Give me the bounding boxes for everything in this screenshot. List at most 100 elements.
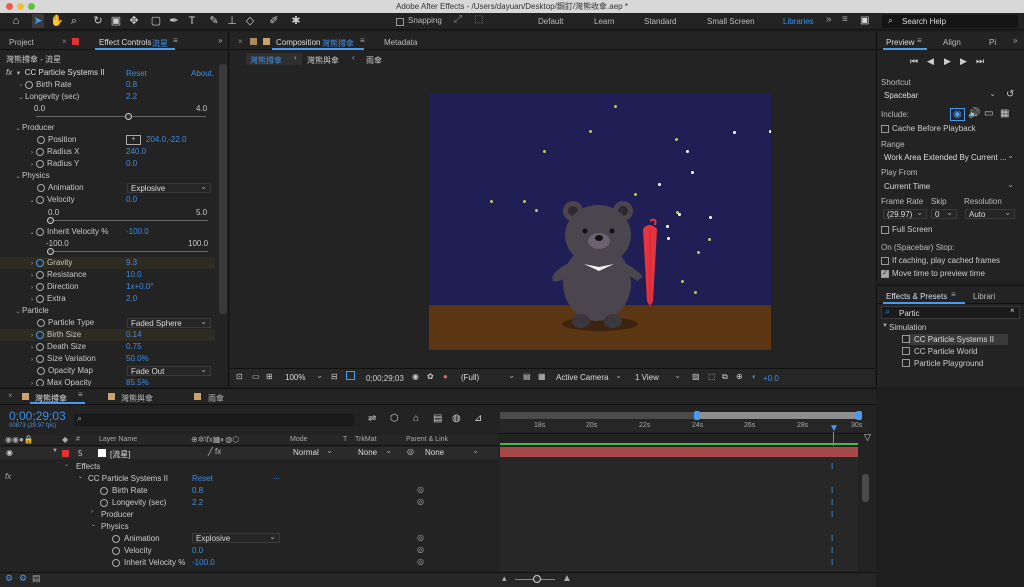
effect-name[interactable]: CC Particle Systems II	[88, 474, 168, 483]
tab-metadata[interactable]: Metadata	[384, 38, 417, 47]
physics-group[interactable]: Physics	[101, 522, 129, 531]
keyframe-marker[interactable]: I	[831, 510, 833, 519]
snapping-checkbox[interactable]	[396, 18, 404, 26]
stop-option-1[interactable]: If caching, play cached frames	[881, 256, 1000, 265]
animation-dropdown[interactable]: Explosive	[127, 182, 211, 193]
close-icon[interactable]: ×	[238, 37, 243, 46]
full-screen-checkbox[interactable]	[881, 225, 889, 234]
roto-brush-tool-icon[interactable]: ✐	[268, 14, 280, 28]
panel-overflow-icon[interactable]: »	[218, 36, 222, 45]
property-value[interactable]: 10.0	[126, 269, 142, 281]
trkmat-dropdown[interactable]: None	[355, 446, 395, 458]
tab-effects-presets[interactable]: Effects & Presets	[886, 292, 947, 301]
expand-arrow-icon[interactable]: ⌄	[28, 227, 36, 239]
panel-menu-icon[interactable]: ≡	[173, 36, 178, 45]
frame-rate-dropdown[interactable]: (29.97)	[883, 208, 927, 219]
include-layers-icon[interactable]: ▦	[1000, 108, 1009, 119]
workspace-standard[interactable]: Standard	[644, 15, 676, 29]
exposure-value[interactable]: +0.0	[763, 374, 779, 383]
fx-icon[interactable]: fx	[5, 472, 11, 481]
expression-icon[interactable]: ◎	[417, 497, 424, 506]
expression-icon[interactable]: ◎	[417, 557, 424, 566]
stopwatch-icon[interactable]	[37, 183, 45, 192]
tab-libraries[interactable]: Librari	[973, 292, 995, 301]
effect-reset[interactable]: Reset	[192, 474, 213, 483]
include-overlay-icon[interactable]: ▭	[984, 108, 993, 119]
expand-arrow-icon[interactable]: ⌄	[91, 521, 96, 528]
property-value[interactable]: 2.0	[126, 293, 137, 305]
timeline-timecode[interactable]: 0;00;29;03	[9, 409, 66, 423]
prev-frame-icon[interactable]: ◀	[927, 56, 934, 67]
expand-arrow-icon[interactable]: ›	[91, 509, 93, 515]
keyframe-marker[interactable]: I	[831, 546, 833, 555]
cache-before-playback[interactable]: Cache Before Playback	[881, 124, 976, 133]
effects-group[interactable]: Effects	[76, 462, 100, 471]
property-value[interactable]: 0.14	[126, 329, 142, 341]
panel-menu-icon[interactable]: ≡	[951, 290, 956, 299]
zoom-dropdown[interactable]: 100%	[282, 371, 326, 383]
grid-icon[interactable]: ⊞	[266, 372, 273, 381]
region-icon[interactable]: ▭	[252, 372, 260, 381]
keyframe-marker[interactable]: I	[831, 462, 833, 471]
inherit-slider-track[interactable]	[50, 251, 208, 252]
pick-whip-icon[interactable]: ◎	[407, 447, 414, 456]
particle-group[interactable]: ⌄Particle	[0, 305, 215, 317]
include-video-icon[interactable]: ◉	[950, 108, 965, 121]
fast-preview-icon[interactable]: ⧉	[722, 372, 728, 382]
selection-tool-icon[interactable]: ➤	[32, 14, 44, 28]
stopwatch-icon[interactable]	[36, 330, 44, 339]
resolution-dropdown[interactable]: Auto	[965, 208, 1015, 219]
hand-tool-icon[interactable]: ✋	[50, 14, 64, 28]
stopwatch-icon[interactable]	[36, 159, 44, 168]
stopwatch-icon[interactable]	[100, 487, 108, 495]
time-ruler[interactable]	[500, 420, 868, 434]
panel-overflow-icon[interactable]: »	[1013, 36, 1017, 45]
property-value[interactable]: 240.0	[126, 146, 146, 158]
zoom-out-icon[interactable]: ▴	[502, 573, 507, 584]
property-value[interactable]: 2.2	[126, 91, 137, 103]
home-icon[interactable]: ⌂	[10, 14, 22, 28]
cache-checkbox[interactable]	[881, 124, 889, 133]
timeline-search-box[interactable]	[74, 414, 354, 426]
effect-item[interactable]: CC Particle Systems II	[914, 335, 994, 344]
col-mode[interactable]: Mode	[290, 436, 308, 443]
play-from-dropdown[interactable]: Current Time	[881, 180, 1017, 192]
type-tool-icon[interactable]: T	[186, 14, 198, 28]
clear-search-icon[interactable]: ×	[1010, 306, 1015, 315]
category-simulation[interactable]: Simulation	[889, 323, 926, 332]
motion-blur-icon[interactable]: ◍	[452, 413, 461, 424]
work-area-end-handle[interactable]	[856, 411, 862, 420]
property-value[interactable]: 1x+0.0°	[126, 281, 153, 293]
comp-marker-icon[interactable]: ▽	[864, 432, 871, 443]
clone-stamp-tool-icon[interactable]: ⊥	[226, 14, 238, 28]
color-channel-icon[interactable]: ●	[443, 372, 448, 381]
hide-shy-icon[interactable]: ⌂	[413, 413, 419, 424]
puppet-tool-icon[interactable]: ✱	[290, 14, 302, 28]
toggle-pixel-icon[interactable]: ▨	[692, 372, 700, 381]
stopwatch-icon[interactable]	[37, 366, 45, 375]
timeline-tab[interactable]: 灣熊與傘	[121, 393, 153, 404]
eye-icon[interactable]: ◉	[6, 448, 13, 457]
breadcrumb-item[interactable]: 灣熊與傘	[307, 55, 339, 66]
flowchart-icon[interactable]: ⊕	[736, 372, 743, 381]
exposure-icon[interactable]: ◐	[752, 372, 757, 381]
include-audio-icon[interactable]: 🔊	[968, 108, 980, 119]
effect-reset[interactable]: Reset	[126, 69, 147, 78]
last-frame-icon[interactable]: ⏭	[976, 56, 984, 67]
draft-3d-icon[interactable]: ⬡	[390, 413, 399, 424]
crosshair-icon[interactable]: +	[126, 135, 141, 145]
expand-arrow-icon[interactable]: ⌄	[78, 473, 83, 480]
effect-about[interactable]: About.	[191, 69, 214, 78]
toggle-modes-icon[interactable]: ⚙	[19, 573, 27, 584]
expand-arrow-icon[interactable]: ▼	[882, 323, 888, 329]
camera-icon[interactable]: ◉	[412, 372, 419, 381]
pan-behind-tool-icon[interactable]: ✥	[128, 14, 140, 28]
expand-arrow-icon[interactable]: ⌄	[17, 92, 25, 104]
effect-scrollbar[interactable]	[219, 64, 227, 314]
resolution-dropdown[interactable]: (Full)	[458, 371, 518, 383]
layer-name[interactable]: [流星]	[110, 449, 130, 460]
property-value[interactable]: 0.75	[126, 341, 142, 353]
keyframe-marker[interactable]: I	[831, 558, 833, 567]
work-area-range[interactable]	[697, 412, 858, 419]
workspace-menu-icon[interactable]: »	[826, 14, 832, 25]
